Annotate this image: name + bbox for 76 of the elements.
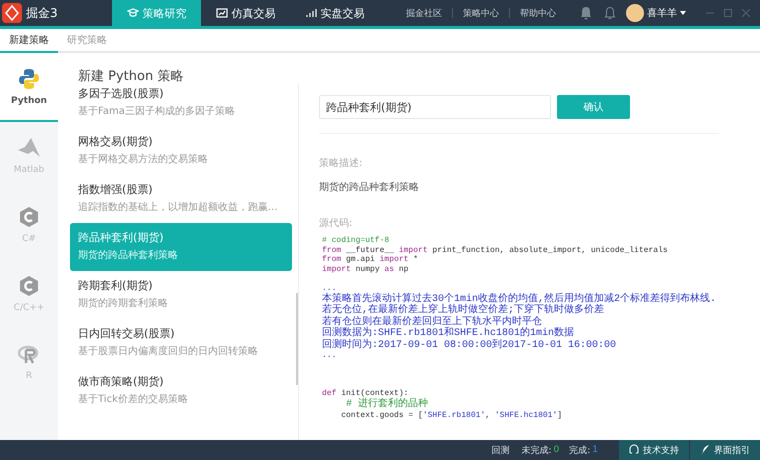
code-line: 本策略首先滚动计算过去30个1min收盘价的均值,然后用均值加减2个标准差得到布林线.	[321, 294, 718, 305]
template-item[interactable]: 日内回转交易(股票) 基于股票日内偏离度回归的日内回转策略	[70, 319, 292, 367]
caret-icon[interactable]	[680, 11, 686, 15]
status-mode: 回测	[491, 444, 510, 456]
code-line: def init(context):	[321, 389, 408, 398]
top-link[interactable]: 策略中心	[453, 0, 509, 26]
template-title: 做市商策略(期货)	[78, 375, 164, 388]
bell-outline-icon[interactable]	[604, 6, 616, 20]
language-label: Python	[11, 96, 47, 106]
guide-button[interactable]: 界面指引	[689, 440, 760, 460]
code-line: from gm.api import *	[321, 255, 420, 265]
template-item[interactable]: 多因子选股(股票) 基于Fama三因子构成的多因子策略	[70, 83, 292, 127]
hexagon-c-icon	[19, 206, 39, 228]
page-title: 新建 Python 策略	[77, 68, 184, 83]
signal-bars-icon	[304, 7, 316, 19]
app-name: 掘金3	[26, 4, 58, 22]
template-title: 网格交易(期货)	[78, 135, 153, 148]
template-item[interactable]: 指数增强(股票) 追踪指数的基础上，以增加超额收益，跑赢...	[70, 175, 292, 223]
done-label: 完成:	[569, 444, 590, 456]
nav-tab[interactable]: 仿真交易	[201, 0, 290, 26]
language-label: Matlab	[14, 164, 44, 174]
hexagon-c-icon	[19, 274, 39, 296]
template-item[interactable]: 做市商策略(期货) 基于Tick价差的交易策略	[70, 367, 292, 415]
language-item[interactable]: Python	[0, 53, 58, 122]
app-logo-icon	[2, 3, 22, 23]
language-label: R	[26, 370, 32, 380]
template-item[interactable]: 跨期套利(期货) 期货的跨期套利策略	[70, 271, 292, 319]
pending-label: 未完成:	[521, 444, 552, 456]
template-description: 追踪指数的基础上，以增加超额收益，跑赢...	[78, 202, 278, 214]
template-description: 基于Tick价差的交易策略	[78, 394, 188, 406]
code-line: # 进行套利的品种	[345, 399, 430, 411]
top-link[interactable]: 掘金社区	[396, 0, 452, 26]
template-description: 基于Fama三因子构成的多因子策略	[78, 106, 235, 118]
feather-icon	[700, 444, 710, 456]
code-line: ...	[321, 351, 338, 361]
done-count: 1	[592, 445, 598, 455]
code-line: import numpy as np	[321, 264, 410, 274]
source-code-label: 源代码:	[319, 217, 354, 230]
code-line: 回测数据为:SHFE.rb1801和SHFE.hc1801的1min数据	[321, 328, 576, 340]
r-logo-icon	[18, 344, 40, 364]
description-text: 期货的跨品种套利策略	[319, 180, 420, 194]
strategy-name-field[interactable]: 跨品种套利(期货)	[319, 95, 551, 119]
code-line: 回测时间为:2017-09-01 08:00:00到2017-10-01 16:00:00	[321, 340, 618, 352]
language-label: C#	[22, 234, 36, 244]
description-label: 策略描述:	[319, 156, 364, 170]
code-line: 若有仓位则在最新价差回归至上下轨水平内时平仓	[321, 316, 542, 328]
code-line: 若无仓位,在最新价差上穿上轨时做空价差;下穿下轨时做多价差	[321, 305, 606, 316]
pending-count: 0	[553, 445, 560, 455]
template-description: 期货的跨品种套利策略	[78, 250, 178, 262]
template-title: 跨品种套利(期货)	[78, 231, 164, 244]
graduation-cap-icon	[126, 7, 138, 19]
code-line: # coding=utf-8	[321, 236, 390, 246]
chart-icon	[216, 7, 228, 19]
code-line: ...	[321, 284, 338, 293]
tech-support-button[interactable]: 技术支持	[618, 440, 689, 460]
template-description: 期货的跨期套利策略	[78, 298, 168, 310]
peak-surface-icon	[17, 136, 41, 158]
code-line: context.goods = ['SHFE.rb1801', 'SHFE.hc1801']	[340, 410, 564, 420]
template-title: 跨期套利(期货)	[78, 279, 153, 292]
template-title: 日内回转交易(股票)	[78, 327, 175, 340]
template-item[interactable]: 网格交易(期货) 基于网格交易方法的交易策略	[70, 127, 292, 175]
avatar[interactable]	[626, 4, 644, 22]
user-name[interactable]: 喜羊羊	[647, 6, 677, 20]
maximize-icon[interactable]	[724, 9, 732, 17]
headset-icon	[629, 444, 639, 456]
template-description: 基于网格交易方法的交易策略	[78, 154, 208, 166]
template-title: 指数增强(股票)	[78, 183, 153, 196]
close-icon[interactable]	[742, 9, 750, 17]
top-link[interactable]: 帮助中心	[510, 0, 566, 26]
python-logo-icon	[18, 68, 40, 90]
nav-tab[interactable]: 实盘交易	[290, 0, 379, 26]
code-line: from __future__ import print_function, absolute_import, unicode_literals	[321, 246, 669, 255]
bell-icon[interactable]	[580, 6, 592, 20]
language-label: C/C++	[14, 302, 44, 312]
template-description: 基于股票日内偏离度回归的日内回转策略	[78, 346, 258, 358]
template-title: 多因子选股(股票)	[78, 87, 164, 100]
